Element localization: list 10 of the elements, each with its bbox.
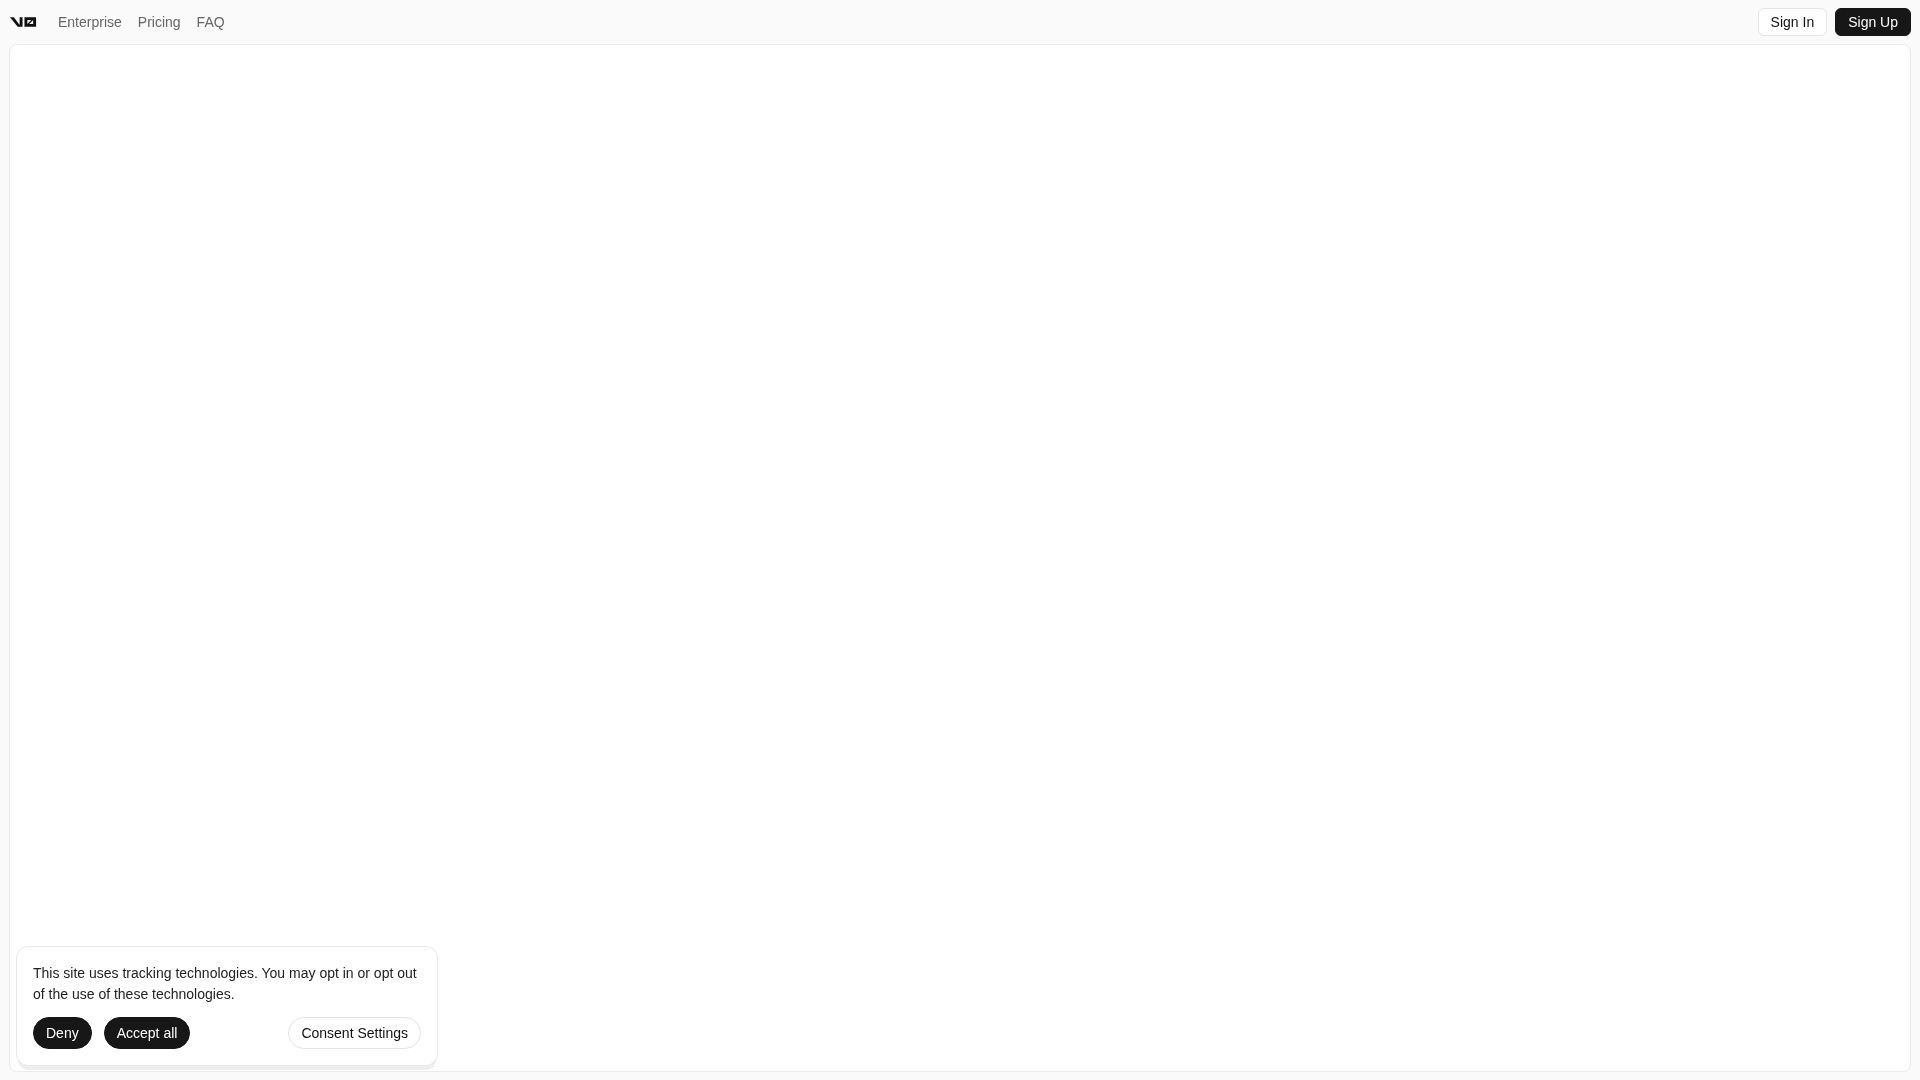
nav-link[interactable]: Enterprise	[58, 14, 122, 30]
consent-button[interactable]: Accept all	[103, 1017, 191, 1049]
nav-link[interactable]: Pricing	[137, 14, 181, 30]
auth-button[interactable]: Sign Up	[1835, 8, 1911, 36]
consent-button[interactable]: Deny	[33, 1017, 92, 1049]
logo-icon[interactable]	[9, 15, 38, 29]
cookie-message: This site uses tracking technologies. You may opt in or opt out of the use of these technologies.	[33, 964, 418, 1004]
consent-button[interactable]: Consent Settings	[288, 1017, 421, 1049]
auth-button[interactable]: Sign In	[1757, 8, 1828, 36]
nav-link[interactable]: FAQ	[196, 14, 225, 30]
